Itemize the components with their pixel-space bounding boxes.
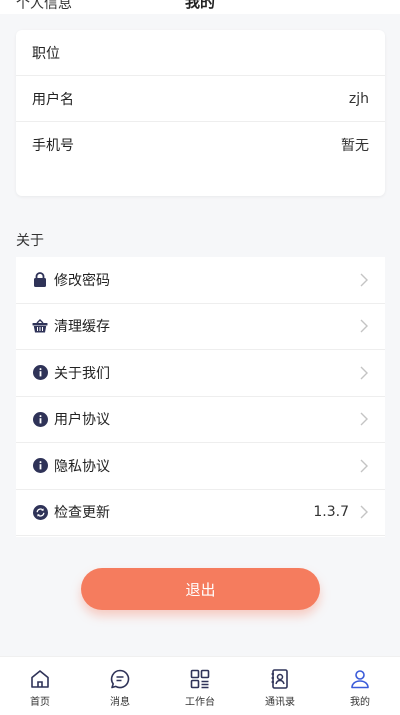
privacy-agreement-label: 隐私协议 xyxy=(54,458,110,475)
tab-workbench[interactable]: 工作台 xyxy=(165,657,235,715)
user-agreement-item[interactable]: 用户协议 xyxy=(16,397,385,443)
info-icon xyxy=(32,458,48,474)
privacy-agreement-item[interactable]: 隐私协议 xyxy=(16,443,385,490)
info-icon xyxy=(32,365,48,381)
change-password-label: 修改密码 xyxy=(54,272,110,289)
logout-button[interactable]: 退出 xyxy=(81,568,320,610)
basket-icon xyxy=(32,318,48,334)
user-icon xyxy=(351,670,369,689)
phone-value: 暂无 xyxy=(341,138,369,154)
lock-icon xyxy=(32,272,48,288)
refresh-icon xyxy=(32,504,48,520)
check-update-label: 检查更新 xyxy=(54,505,110,522)
clear-cache-label: 清理缓存 xyxy=(54,319,110,336)
username-label: 用户名 xyxy=(32,91,74,108)
about-us-item[interactable]: 关于我们 xyxy=(16,350,385,397)
tab-contacts[interactable]: 通讯录 xyxy=(245,657,315,715)
chevron-right-icon xyxy=(360,273,368,287)
info-icon xyxy=(32,411,48,427)
tab-contacts-label: 通讯录 xyxy=(265,697,295,708)
change-password-item[interactable]: 修改密码 xyxy=(16,257,385,304)
user-agreement-label: 用户协议 xyxy=(54,412,110,429)
about-list: 修改密码 清理缓存 关于我们 用户协议 隐私协议 检查更新 1.3.7 xyxy=(16,257,385,537)
position-row: 职位 xyxy=(16,30,385,76)
tab-messages-label: 消息 xyxy=(110,697,130,708)
personal-info-section-title: 个人信息 xyxy=(16,0,72,12)
chevron-right-icon xyxy=(360,412,368,426)
version-value: 1.3.7 xyxy=(313,504,349,521)
personal-info-card: 职位 用户名 zjh 手机号 暂无 xyxy=(16,30,385,196)
workbench-icon xyxy=(190,669,210,689)
position-label: 职位 xyxy=(32,45,60,62)
tab-messages[interactable]: 消息 xyxy=(85,657,155,715)
chevron-right-icon xyxy=(360,319,368,333)
tab-mine-label: 我的 xyxy=(350,697,370,708)
phone-label: 手机号 xyxy=(32,138,74,154)
about-us-label: 关于我们 xyxy=(54,365,110,382)
message-icon xyxy=(110,669,130,689)
tab-mine[interactable]: 我的 xyxy=(325,657,395,715)
bottom-tab-bar: 首页 消息 工作台 通讯录 我的 xyxy=(0,656,400,715)
phone-row: 手机号 暂无 xyxy=(16,122,385,168)
username-value: zjh xyxy=(348,90,369,107)
contacts-icon xyxy=(271,669,288,689)
home-icon xyxy=(31,670,49,688)
chevron-right-icon xyxy=(360,505,368,519)
tab-workbench-label: 工作台 xyxy=(185,697,215,708)
chevron-right-icon xyxy=(360,366,368,380)
clear-cache-item[interactable]: 清理缓存 xyxy=(16,304,385,350)
check-update-item[interactable]: 检查更新 1.3.7 xyxy=(16,490,385,536)
tab-home-label: 首页 xyxy=(30,697,50,708)
about-section-title: 关于 xyxy=(16,233,44,249)
tab-home[interactable]: 首页 xyxy=(5,657,75,715)
chevron-right-icon xyxy=(360,459,368,473)
username-row: 用户名 zjh xyxy=(16,76,385,122)
